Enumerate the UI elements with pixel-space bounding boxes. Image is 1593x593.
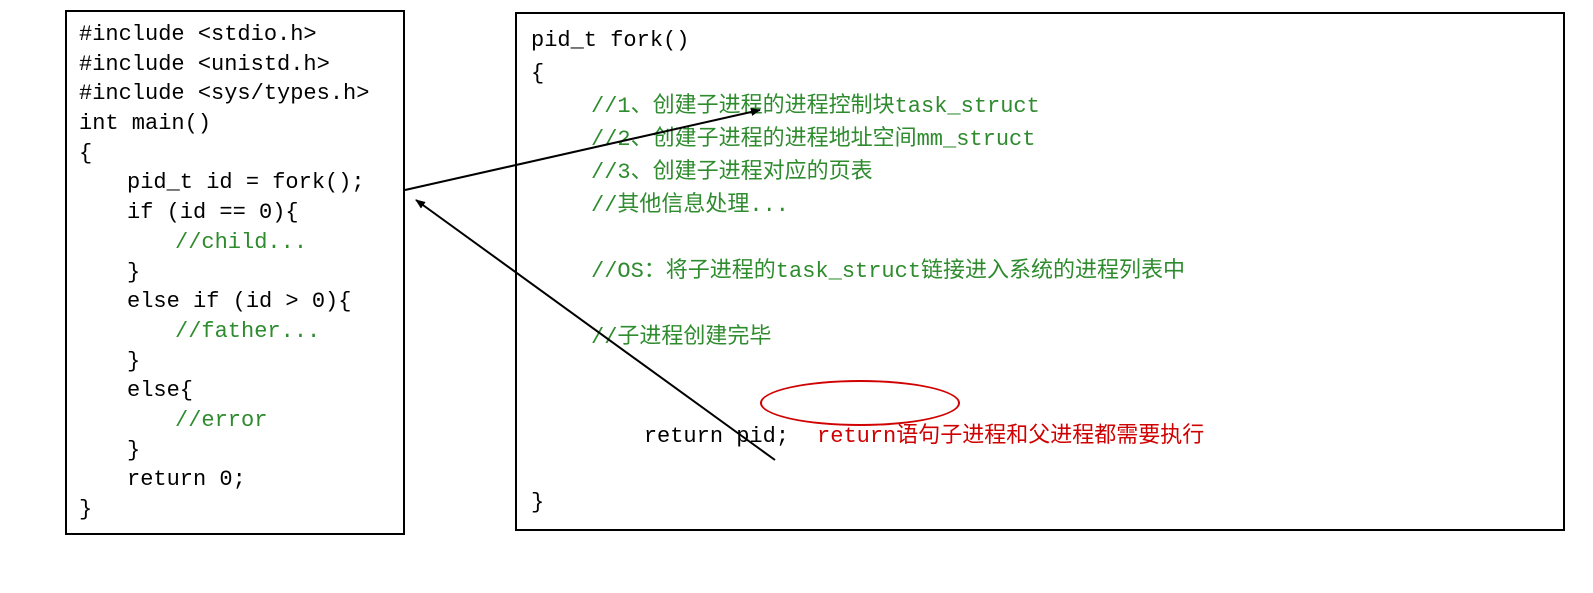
right-code-box: pid_t fork() { //1、创建子进程的进程控制块task_struc…	[515, 12, 1565, 531]
left-line-10: //father...	[79, 317, 391, 347]
return-statement: return pid;	[644, 424, 789, 449]
left-line-13: //error	[79, 406, 391, 436]
comment-step-3: //3、创建子进程对应的页表	[531, 156, 1549, 189]
close-brace: }	[531, 486, 1549, 519]
comment-other: //其他信息处理...	[531, 189, 1549, 222]
fork-signature: pid_t fork()	[531, 24, 1549, 57]
left-line-0: #include <stdio.h>	[79, 20, 391, 50]
return-line: return pid; return语句子进程和父进程都需要执行	[531, 387, 1549, 486]
left-line-8: }	[79, 258, 391, 288]
comment-step-2: //2、创建子进程的进程地址空间mm_struct	[531, 123, 1549, 156]
left-line-16: }	[79, 495, 391, 525]
left-code-box: #include <stdio.h>#include <unistd.h>#in…	[65, 10, 405, 535]
comment-done: //子进程创建完毕	[531, 321, 1549, 354]
left-line-7: //child...	[79, 228, 391, 258]
left-line-5: pid_t id = fork();	[79, 168, 391, 198]
left-line-1: #include <unistd.h>	[79, 50, 391, 80]
left-line-9: else if (id > 0){	[79, 287, 391, 317]
left-line-3: int main()	[79, 109, 391, 139]
left-line-2: #include <sys/types.h>	[79, 79, 391, 109]
blank-line	[531, 288, 1549, 321]
left-line-4: {	[79, 139, 391, 169]
comment-os: //OS：将子进程的task_struct链接进入系统的进程列表中	[531, 255, 1549, 288]
blank-line	[531, 222, 1549, 255]
return-note: return语句子进程和父进程都需要执行	[817, 424, 1204, 449]
comment-step-1: //1、创建子进程的进程控制块task_struct	[531, 90, 1549, 123]
left-line-11: }	[79, 347, 391, 377]
open-brace: {	[531, 57, 1549, 90]
blank-line	[531, 354, 1549, 387]
left-line-12: else{	[79, 376, 391, 406]
left-line-6: if (id == 0){	[79, 198, 391, 228]
left-line-15: return 0;	[79, 465, 391, 495]
left-line-14: }	[79, 436, 391, 466]
